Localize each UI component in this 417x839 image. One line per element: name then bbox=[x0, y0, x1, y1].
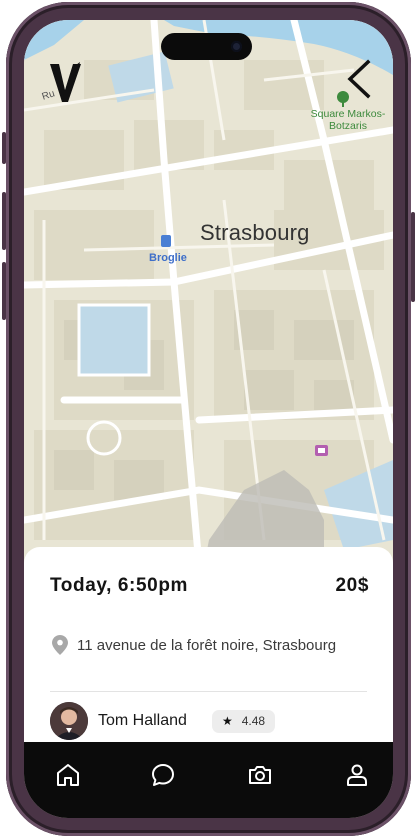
nav-camera[interactable] bbox=[240, 755, 280, 795]
driver-row[interactable]: Tom Halland ★ 4.48 bbox=[50, 702, 276, 740]
nav-home[interactable] bbox=[48, 755, 88, 795]
avatar bbox=[50, 702, 88, 740]
chevron-left-icon bbox=[347, 59, 371, 99]
station-label: Broglie bbox=[149, 252, 187, 264]
address-row[interactable]: 11 avenue de la forêt noire, Strasbourg bbox=[52, 635, 336, 655]
front-camera bbox=[231, 41, 242, 52]
mute-switch bbox=[2, 262, 6, 320]
chat-bubble-icon bbox=[152, 764, 174, 786]
camera-icon bbox=[249, 766, 271, 784]
rating-value: 4.48 bbox=[241, 714, 266, 728]
back-button[interactable] bbox=[344, 58, 374, 100]
bottom-nav bbox=[24, 742, 393, 818]
power-button bbox=[411, 212, 415, 302]
user-icon bbox=[347, 764, 367, 786]
nav-profile[interactable] bbox=[337, 755, 377, 795]
divider bbox=[50, 691, 367, 692]
square-label: Square Markos- Botzaris bbox=[310, 108, 386, 132]
volume-down-button bbox=[2, 192, 6, 250]
home-icon bbox=[57, 764, 79, 786]
trip-price: 20$ bbox=[335, 575, 369, 596]
trip-card: Today, 6:50pm 20$ 11 avenue de la forêt … bbox=[24, 547, 393, 747]
trip-time: Today, 6:50pm bbox=[50, 575, 189, 596]
pickup-address: 11 avenue de la forêt noire, Strasbourg bbox=[77, 636, 337, 654]
city-label: Strasbourg bbox=[200, 220, 310, 245]
dynamic-island bbox=[161, 33, 252, 60]
star-icon: ★ bbox=[221, 714, 233, 728]
nav-chat[interactable] bbox=[143, 755, 183, 795]
rating-badge: ★ 4.48 bbox=[211, 709, 276, 733]
location-pin-icon bbox=[52, 635, 68, 655]
volume-up-button bbox=[2, 132, 6, 164]
driver-name: Tom Halland bbox=[98, 712, 187, 729]
app-screen: Ru Square Markos- Botzaris Strasbourg Br… bbox=[24, 20, 393, 818]
v-logo-icon[interactable] bbox=[48, 60, 84, 104]
